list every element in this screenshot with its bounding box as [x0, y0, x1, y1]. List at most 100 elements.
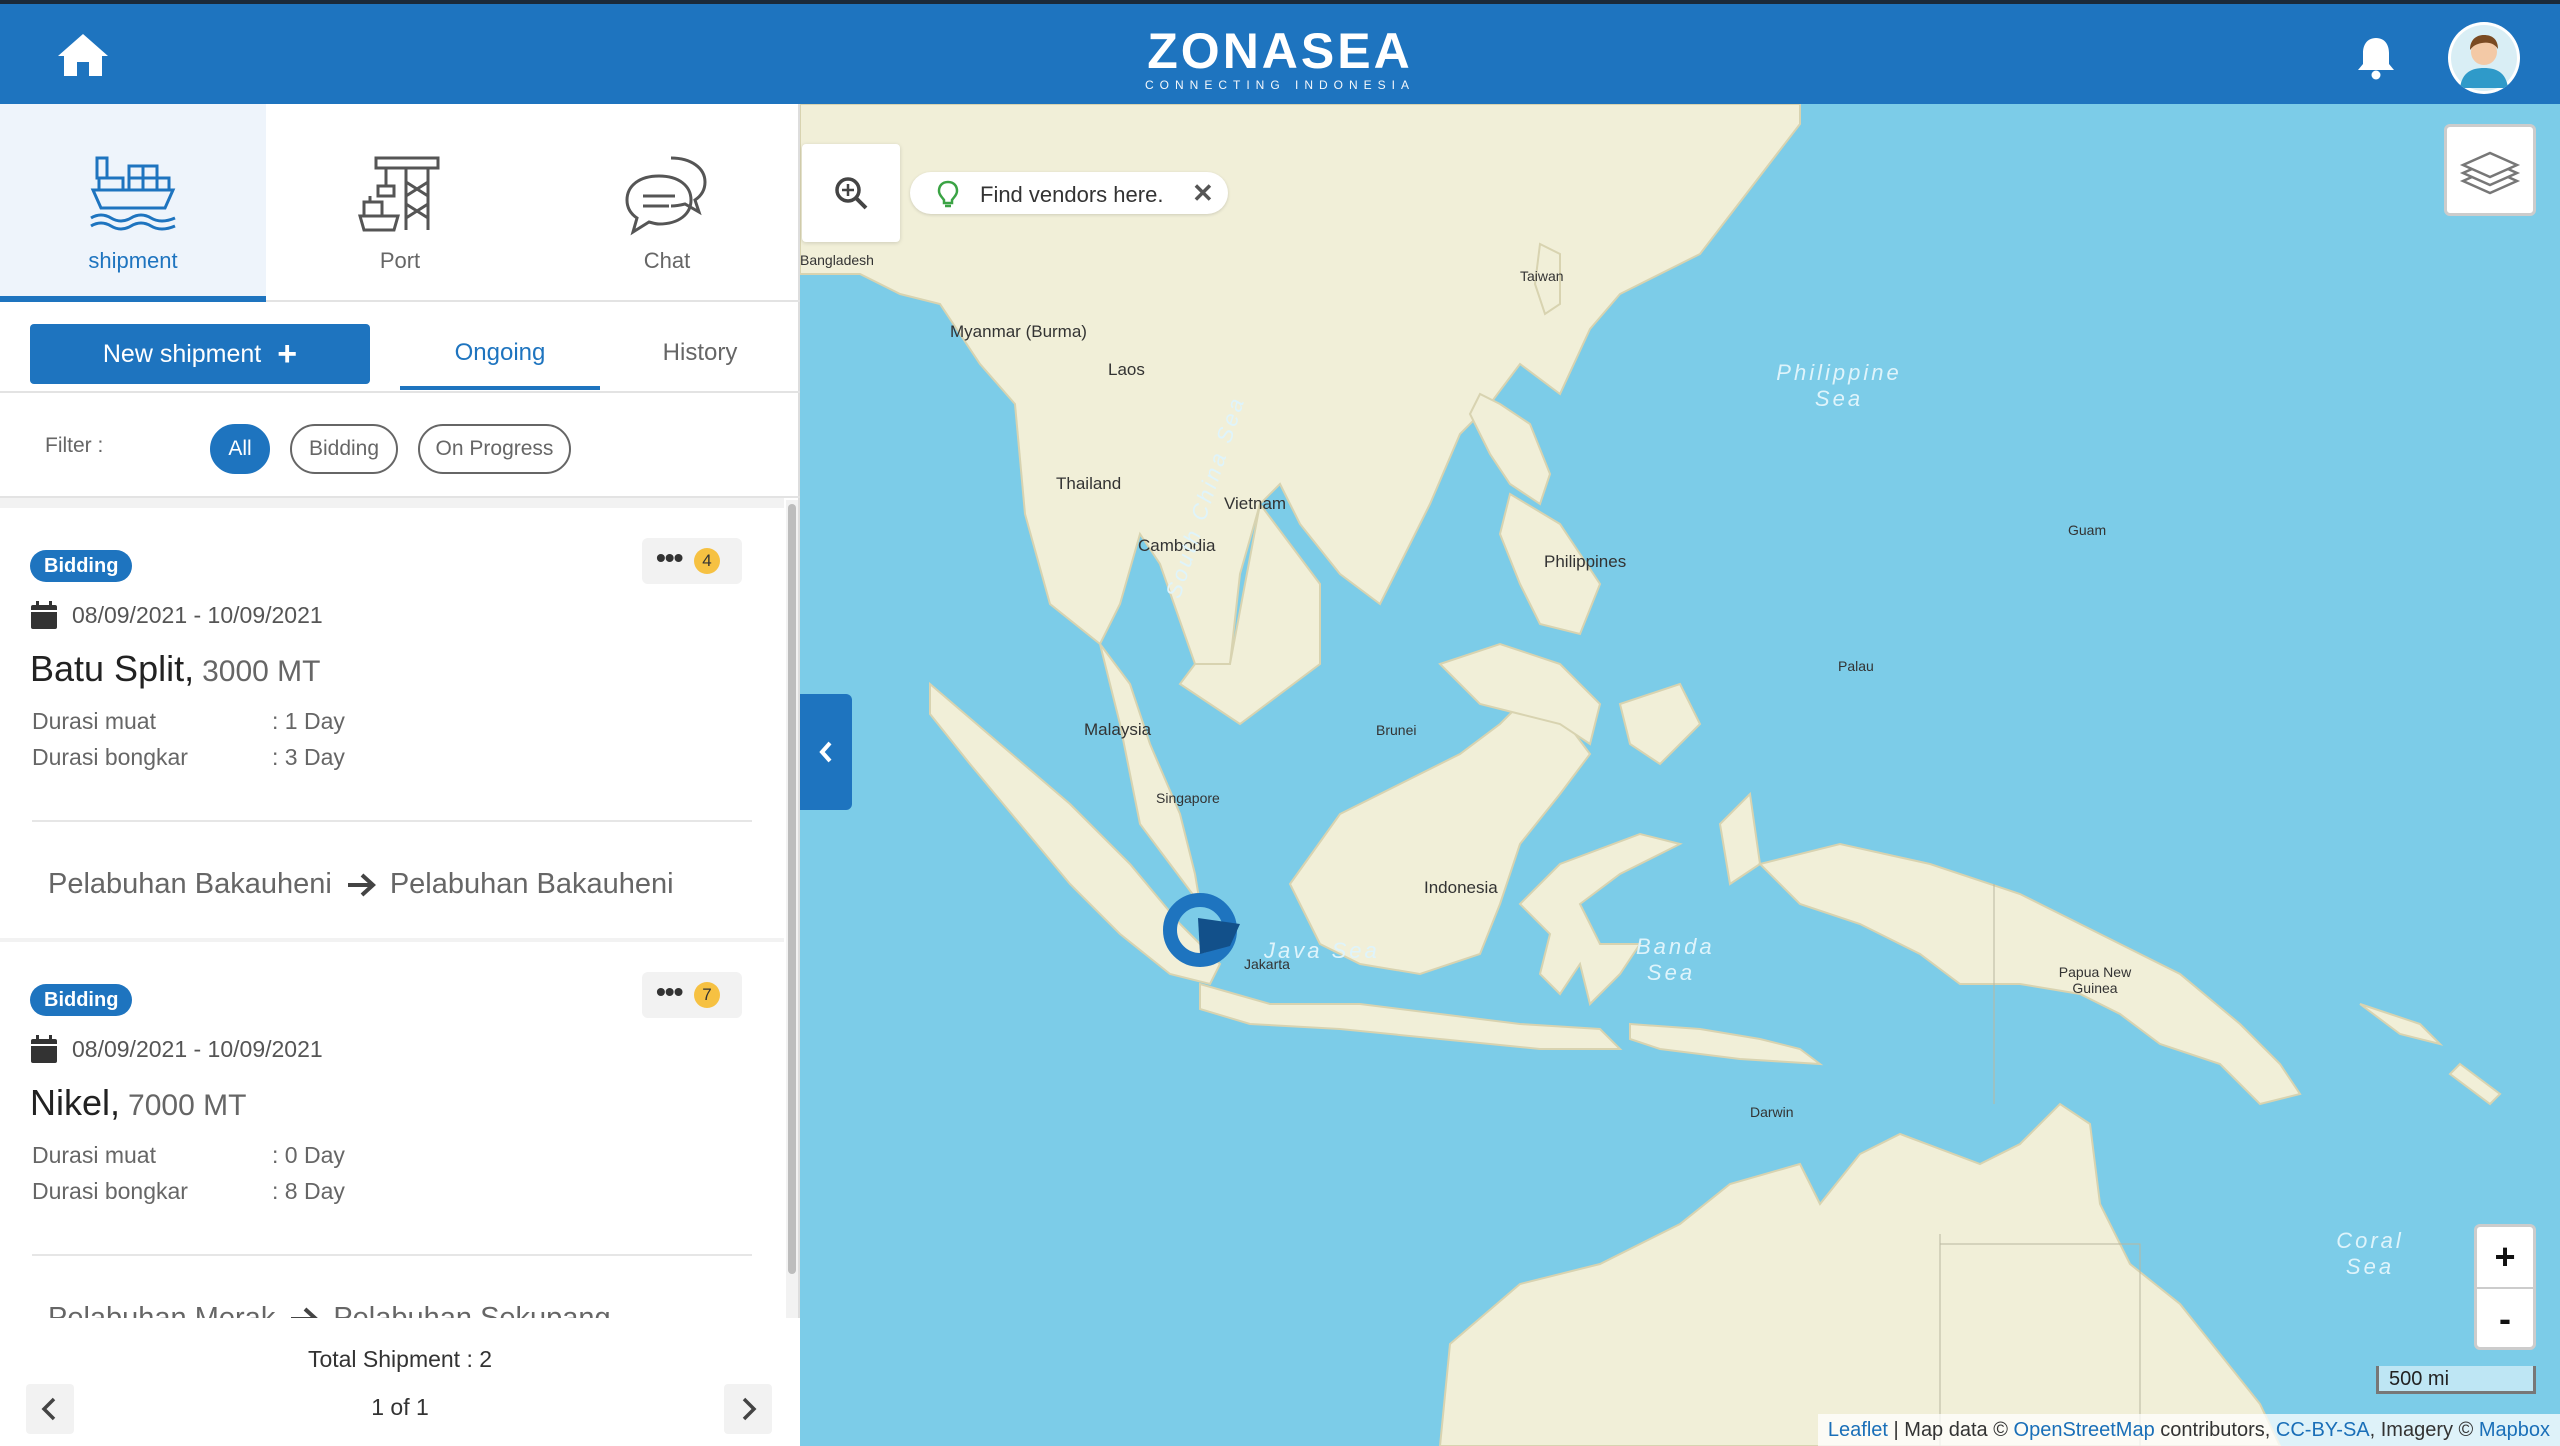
tab-port-label: Port [379, 248, 421, 273]
load-duration-value: : 1 Day [272, 708, 345, 734]
shipment-title: Nikel, 7000 MT [30, 1082, 246, 1124]
more-dots-icon: ••• [656, 976, 683, 1007]
map-layers-button[interactable] [2444, 124, 2536, 216]
unload-duration-label: Durasi bongkar [32, 744, 188, 770]
route: Pelabuhan Bakauheni Pelabuhan Bakauheni [48, 868, 674, 901]
quantity: 7000 MT [128, 1089, 247, 1122]
zoom-out-button[interactable]: - [2477, 1289, 2533, 1349]
bid-count-badge: 7 [694, 982, 720, 1008]
shipment-card[interactable]: Bidding ••• 4 08/09/2021 - 10/09/2021 Ba… [0, 508, 784, 938]
map-label-thailand: Thailand [1056, 474, 1122, 493]
more-dots-icon: ••• [656, 542, 683, 573]
leaflet-link[interactable]: Leaflet [1828, 1419, 1888, 1441]
port-crane-icon [358, 156, 440, 232]
destination-port: Pelabuhan Sekupang [333, 1302, 611, 1318]
more-options-button[interactable]: ••• 7 [642, 972, 742, 1018]
filter-label: Filter : [45, 434, 104, 457]
notification-button[interactable] [2354, 34, 2398, 80]
list-scrollbar-thumb[interactable] [788, 504, 796, 1274]
more-options-button[interactable]: ••• 4 [642, 538, 742, 584]
mapbox-link[interactable]: Mapbox [2479, 1419, 2550, 1441]
date-range: 08/09/2021 - 10/09/2021 [72, 602, 323, 628]
page-indicator: 1 of 1 [371, 1394, 429, 1420]
attribution-text: | Map data © [1887, 1419, 2014, 1441]
arrow-right-icon [347, 873, 376, 896]
shipment-title: Batu Split, 3000 MT [30, 648, 320, 690]
divider [32, 820, 752, 822]
shipment-list: Bidding ••• 4 08/09/2021 - 10/09/2021 Ba… [0, 498, 784, 1318]
unload-duration-value: : 3 Day [272, 744, 345, 770]
unload-duration-value: : 8 Day [272, 1178, 345, 1204]
bell-icon [2358, 38, 2394, 80]
cargo-ship-icon [90, 156, 176, 231]
map-label-java-sea: Java Sea [1264, 938, 1380, 963]
filter-chip-bidding[interactable]: Bidding [290, 424, 398, 474]
divider [32, 1254, 752, 1256]
top-bar: ZONASEA CONNECTING INDONESIA [0, 0, 2560, 104]
arrow-right-icon [291, 1307, 319, 1318]
collapse-panel-button[interactable] [800, 694, 852, 810]
user-avatar-icon [2451, 25, 2517, 91]
chat-bubbles-icon [625, 156, 707, 236]
map-label-philippine-sea: Philippine Sea [1776, 360, 1902, 411]
close-icon[interactable]: ✕ [1192, 178, 1214, 209]
tab-shipment-label: shipment [88, 248, 178, 273]
attribution-text: contributors, [2154, 1419, 2276, 1441]
map-label-darwin: Darwin [1750, 1104, 1794, 1120]
divider [0, 391, 800, 393]
calendar-icon [31, 601, 57, 629]
plus-icon: + [277, 335, 298, 373]
zonasea-logo: ZONASEA CONNECTING INDONESIA [0, 24, 2560, 92]
map-label-bangladesh: Bangladesh [800, 252, 874, 268]
license-link[interactable]: CC-BY-SA [2276, 1419, 2370, 1441]
map-label-malaysia: Malaysia [1084, 720, 1152, 739]
map-label-singapore: Singapore [1156, 790, 1220, 806]
calendar-icon [31, 1035, 57, 1063]
zoom-in-button[interactable]: + [2477, 1227, 2533, 1287]
map-label-coral-sea: Coral Sea [2336, 1228, 2404, 1279]
map-label-laos: Laos [1108, 360, 1145, 379]
destination-port: Pelabuhan Bakauheni [389, 868, 674, 900]
tab-history[interactable]: History [600, 320, 800, 390]
tab-ongoing[interactable]: Ongoing [400, 320, 600, 390]
origin-port: Pelabuhan Merak [48, 1302, 276, 1318]
next-page-button[interactable] [724, 1384, 772, 1434]
map-view[interactable]: Myanmar (Burma) Laos Thailand Cambodia V… [800, 104, 2560, 1446]
map-land [800, 104, 2502, 1446]
logo-tagline: CONNECTING INDONESIA [1144, 78, 1415, 92]
map-scale: 500 mi [2376, 1366, 2536, 1394]
new-shipment-label: New shipment [102, 339, 262, 368]
tab-chat[interactable]: Chat [534, 104, 800, 302]
shipment-panel: shipment Port Chat New shipment + Ongoin… [0, 104, 800, 1446]
map-label-banda-sea: Banda Sea [1636, 934, 1715, 985]
unload-duration-label: Durasi bongkar [32, 1178, 188, 1204]
find-vendors-tooltip: Find vendors here. ✕ [910, 172, 1228, 214]
find-vendors-text: Find vendors here. [980, 182, 1164, 207]
status-badge: Bidding [30, 984, 133, 1016]
lightbulb-icon [937, 180, 959, 208]
tab-port[interactable]: Port [267, 104, 533, 302]
map-label-png: Papua New Guinea [2058, 964, 2132, 996]
map-label-vietnam: Vietnam [1224, 494, 1287, 513]
zoom-search-icon [835, 177, 868, 210]
logo-text: ZONASEA [1147, 23, 1413, 79]
chevron-left-icon [819, 741, 832, 763]
route: Pelabuhan Merak Pelabuhan Sekupang [48, 1302, 611, 1318]
total-shipment: Total Shipment : 2 [307, 1346, 493, 1372]
map-label-myanmar: Myanmar (Burma) [950, 322, 1087, 341]
commodity-name: Batu Split, [30, 648, 195, 689]
new-shipment-button[interactable]: New shipment + [30, 324, 370, 384]
layers-icon [2459, 151, 2521, 195]
map-label-brunei: Brunei [1376, 722, 1417, 738]
osm-link[interactable]: OpenStreetMap [2014, 1419, 2155, 1441]
filter-chip-all[interactable]: All [210, 424, 270, 474]
tab-shipment[interactable]: shipment [0, 104, 266, 302]
map-attribution: Leaflet | Map data © OpenStreetMap contr… [1817, 1414, 2560, 1446]
load-duration-value: : 0 Day [272, 1142, 345, 1168]
filter-chip-on-progress[interactable]: On Progress [418, 424, 571, 474]
map-search-button[interactable] [802, 144, 900, 242]
shipment-card[interactable]: Bidding ••• 7 08/09/2021 - 10/09/2021 Ni… [0, 942, 784, 1318]
pagination-footer: Total Shipment : 2 1 of 1 [0, 1318, 800, 1446]
user-avatar[interactable] [2448, 22, 2520, 94]
zoom-control: + - [2474, 1224, 2536, 1350]
